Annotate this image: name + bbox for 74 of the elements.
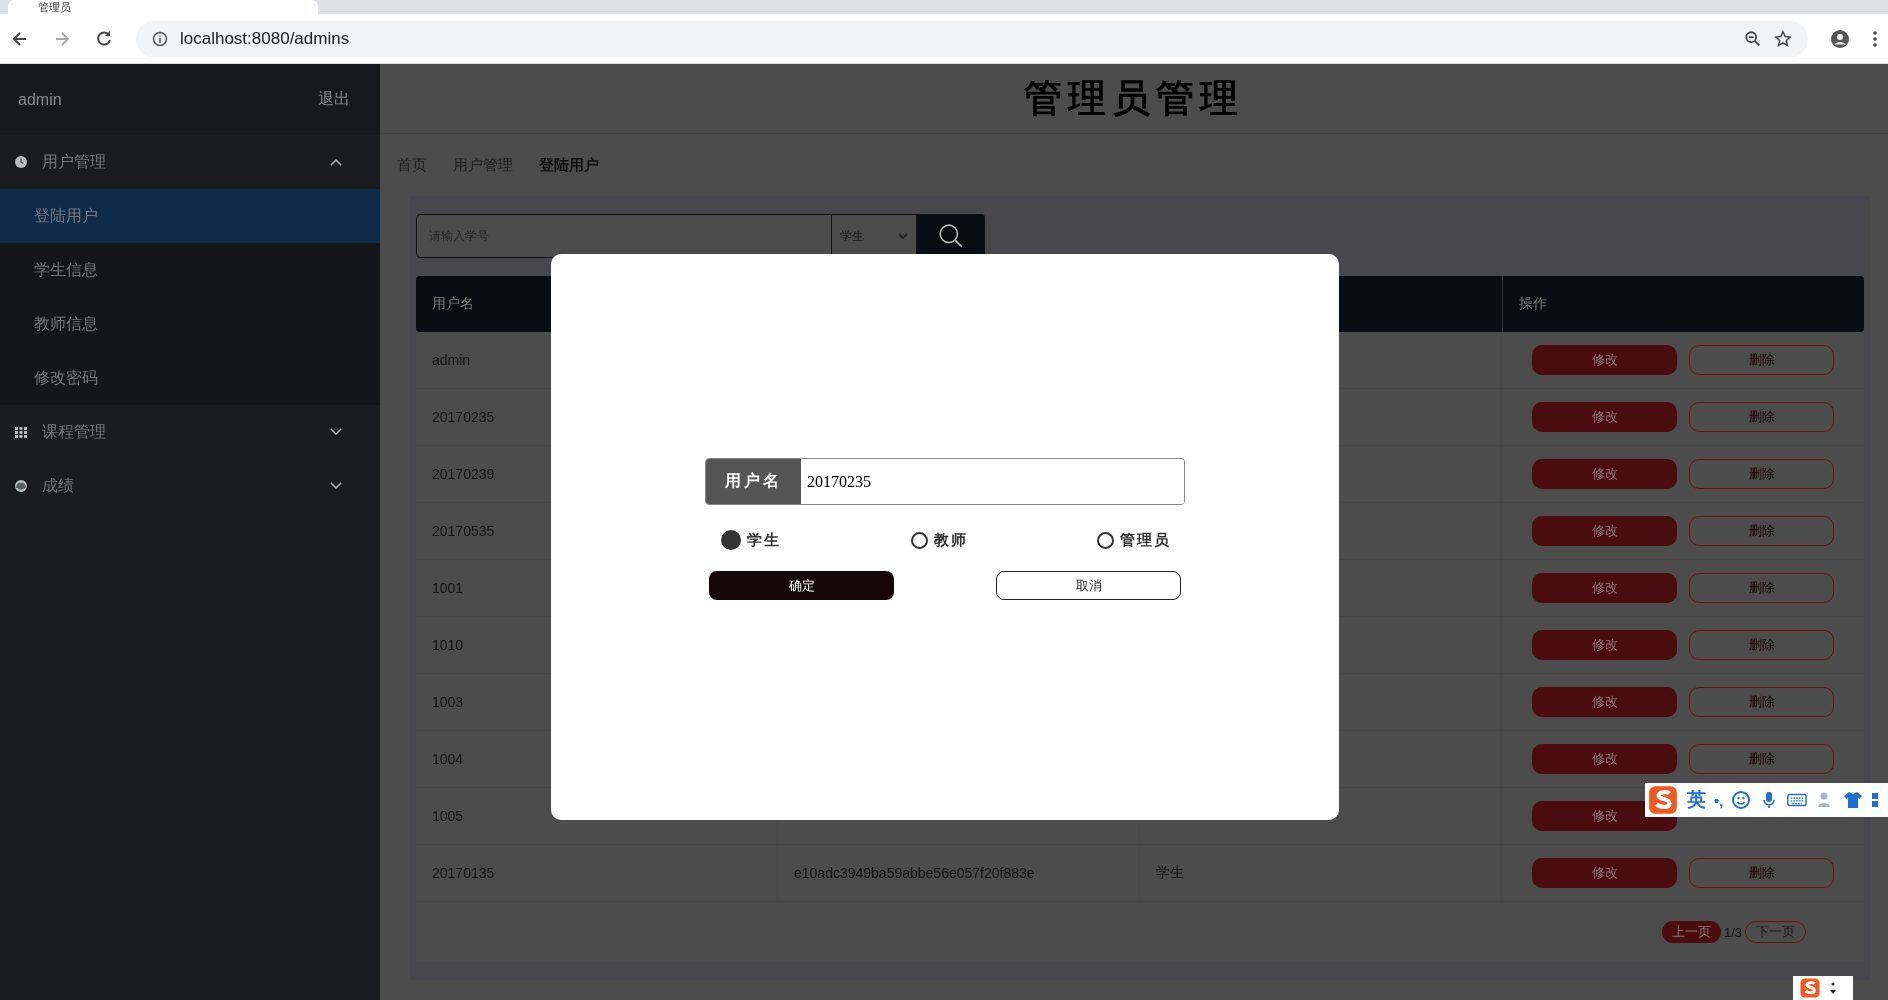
search-icon [937, 223, 964, 249]
menu-group[interactable]: 成绩 [0, 459, 380, 513]
input-mode[interactable]: 英 [1687, 787, 1706, 813]
zoom-icon[interactable] [1744, 29, 1762, 48]
radio-button[interactable] [1097, 531, 1114, 549]
shirt-icon[interactable] [1843, 790, 1864, 810]
table-cell: 20170239 [432, 466, 495, 482]
s-logo-icon[interactable] [1799, 977, 1821, 999]
delete-button[interactable]: 删除 [1689, 744, 1834, 774]
menu-icon[interactable] [1872, 28, 1878, 49]
table-cell: 20170535 [432, 523, 495, 539]
radio-button[interactable] [910, 531, 928, 549]
confirm-button[interactable]: 确定 [709, 571, 894, 600]
delete-button[interactable]: 删除 [1689, 573, 1834, 603]
radio-label: 学生 [747, 530, 781, 550]
edit-button[interactable]: 修改 [1532, 402, 1677, 432]
menu-group[interactable]: 课程管理 [0, 405, 380, 459]
delete-button[interactable]: 删除 [1689, 687, 1834, 717]
table-cell: 1010 [432, 637, 464, 653]
previous-page-button[interactable]: 上一页 [1661, 921, 1721, 943]
page-title: 管理员管理 [1024, 74, 1244, 122]
logout-link[interactable]: 退出 [318, 89, 350, 110]
radio-label: 教师 [933, 530, 968, 550]
column-header: 用户名 [432, 295, 474, 313]
clock-icon [14, 155, 28, 169]
more-icon[interactable] [1829, 980, 1837, 996]
edit-button[interactable]: 修改 [1532, 459, 1677, 489]
gauge-icon [14, 479, 28, 493]
star-icon[interactable] [1774, 29, 1792, 48]
delete-button[interactable]: 删除 [1689, 345, 1834, 375]
caret-icon [898, 233, 908, 239]
edit-button[interactable]: 修改 [1532, 573, 1677, 603]
delete-button[interactable]: 删除 [1689, 858, 1834, 888]
table-cell: 1005 [432, 808, 464, 824]
info-icon[interactable] [152, 30, 168, 47]
s-logo-icon[interactable] [1647, 784, 1679, 816]
grid-icon[interactable] [1871, 790, 1880, 810]
menu-item[interactable]: 修改密码 [0, 351, 380, 405]
edit-button[interactable]: 修改 [1532, 630, 1677, 660]
menu-item[interactable]: 登陆用户 [0, 189, 380, 243]
delete-button[interactable]: 删除 [1689, 402, 1834, 432]
grid-icon [14, 425, 28, 439]
page-indicator: 1/3 [1723, 924, 1742, 940]
menu-item[interactable]: 教师信息 [0, 297, 380, 351]
username-field[interactable]: 用户名 20170235 [705, 458, 1185, 505]
smiley-icon[interactable] [1731, 790, 1752, 810]
radio-button[interactable] [721, 530, 741, 550]
edit-button[interactable]: 修改 [1532, 744, 1677, 774]
table-cell: 1001 [432, 580, 464, 596]
url-text: localhost:8080/admins [180, 28, 350, 49]
edit-button[interactable]: 修改 [1532, 516, 1677, 546]
punctuation-toggle[interactable]: •, [1714, 791, 1724, 809]
delete-button[interactable]: 删除 [1689, 516, 1834, 546]
table-cell: 1004 [432, 751, 464, 767]
table-cell: 20170235 [432, 409, 495, 425]
menu-group[interactable]: 用户管理 [0, 135, 380, 189]
table-cell: admin [432, 352, 471, 368]
edit-button[interactable]: 修改 [1532, 345, 1677, 375]
column-header: 操作 [1519, 295, 1547, 313]
cancel-button[interactable]: 取消 [996, 571, 1181, 600]
table-cell: e10adc3949ba59abbe56e057f20f883e [794, 865, 1035, 881]
menu-item[interactable]: 学生信息 [0, 243, 380, 297]
address-bar[interactable]: localhost:8080/admins [136, 20, 1808, 57]
table-cell: 1003 [432, 694, 464, 710]
delete-button[interactable]: 删除 [1689, 630, 1834, 660]
account-icon[interactable] [1830, 28, 1850, 49]
edit-button[interactable]: 修改 [1532, 687, 1677, 717]
browser-tab[interactable]: 管理员 [8, 0, 318, 14]
delete-button[interactable]: 删除 [1689, 459, 1834, 489]
edit-button[interactable]: 修改 [1532, 858, 1677, 888]
breadcrumb-link[interactable]: 登陆用户 [539, 155, 599, 175]
radio-label: 管理员 [1120, 530, 1171, 550]
user-name: admin [18, 90, 62, 109]
table-cell: 20170135 [432, 865, 495, 881]
